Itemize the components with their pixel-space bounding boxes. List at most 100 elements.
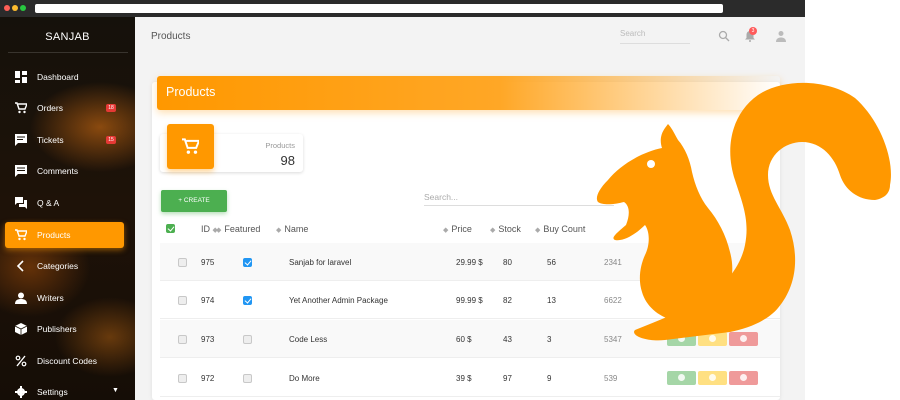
- name-cell: Code Less: [289, 335, 328, 344]
- name-cell: Sanjab for laravel: [289, 258, 352, 267]
- brand-logo-text[interactable]: SANJAB: [0, 31, 135, 43]
- sidebar-item-label: Categories: [37, 261, 79, 271]
- id-cell: 975: [201, 258, 215, 267]
- row-select-checkbox[interactable]: [178, 374, 187, 383]
- chevron-down-icon: ▼: [112, 387, 119, 394]
- orders-count-badge: 18: [106, 104, 116, 112]
- stock-cell: 82: [503, 296, 512, 305]
- buy-count-cell: 13: [547, 296, 556, 305]
- sidebar-item-label: Products: [37, 230, 71, 240]
- cart-icon: [182, 138, 199, 154]
- id-cell: 972: [201, 374, 215, 383]
- buy-count-cell: 9: [547, 374, 552, 383]
- id-cell: 973: [201, 335, 215, 344]
- sidebar-item-label: Settings: [37, 387, 68, 397]
- trash-icon: [740, 374, 747, 381]
- table-row[interactable]: 972 Do More 39 $ 97 9 539: [160, 359, 780, 397]
- sidebar-item-label: Q & A: [37, 198, 60, 208]
- discount-icon: [15, 355, 27, 367]
- comment-icon: [15, 165, 27, 177]
- sidebar-item-writers[interactable]: Writers: [5, 285, 124, 311]
- close-window-dot[interactable]: [4, 5, 10, 11]
- sidebar-item-products[interactable]: Products: [5, 222, 124, 248]
- stock-cell: 80: [503, 258, 512, 267]
- pencil-icon: [709, 374, 716, 381]
- sidebar-item-dashboard[interactable]: Dashboard: [5, 64, 124, 90]
- column-header-featured[interactable]: ◆ Featured: [216, 224, 260, 234]
- stat-label: Products: [265, 141, 295, 150]
- top-bar: Products Search 3: [135, 17, 805, 57]
- view-button[interactable]: [667, 371, 696, 385]
- user-icon[interactable]: [775, 30, 787, 42]
- sidebar-item-label: Publishers: [37, 324, 77, 334]
- sidebar-divider: [8, 52, 128, 53]
- column-header-buy-count[interactable]: ◆ Buy Count: [535, 224, 585, 234]
- top-search-input[interactable]: Search: [620, 26, 690, 44]
- stat-value: 98: [280, 153, 295, 168]
- maximize-window-dot[interactable]: [20, 5, 26, 11]
- create-button[interactable]: + CREATE: [161, 190, 227, 212]
- search-icon[interactable]: [718, 30, 730, 42]
- price-cell: 99.99 $: [456, 296, 483, 305]
- person-icon: [15, 292, 27, 304]
- sidebar-item-comments[interactable]: Comments: [5, 158, 124, 184]
- column-header-label: Price: [451, 224, 472, 234]
- sidebar-item-categories[interactable]: Categories: [5, 253, 124, 279]
- page-title: Products: [151, 31, 191, 42]
- row-select-checkbox[interactable]: [178, 335, 187, 344]
- select-all-checkbox[interactable]: [166, 224, 175, 233]
- sort-icon: ◆: [216, 227, 222, 234]
- buy-count-cell: 3: [547, 335, 552, 344]
- screenshot-stage: SANJAB Dashboard Orders 18 Tickets 15 Co…: [0, 0, 900, 400]
- sidebar-item-settings[interactable]: Settings ▼: [5, 379, 124, 400]
- sidebar-item-label: Tickets: [37, 135, 64, 145]
- stock-cell: 43: [503, 335, 512, 344]
- card-title: Products: [166, 85, 216, 99]
- sort-icon: ◆: [443, 227, 449, 234]
- stock-cell: 97: [503, 374, 512, 383]
- buy-count-cell: 56: [547, 258, 556, 267]
- column-header-stock[interactable]: ◆ Stock: [490, 224, 521, 234]
- table-search-input[interactable]: Search...: [424, 188, 614, 206]
- box-icon: [15, 323, 27, 335]
- sidebar-item-discount-codes[interactable]: Discount Codes: [5, 348, 124, 374]
- sidebar-item-tickets[interactable]: Tickets 15: [5, 127, 124, 153]
- id-cell: 974: [201, 296, 215, 305]
- stat-icon-box: [167, 124, 214, 169]
- dashboard-icon: [15, 71, 27, 83]
- column-header-label: Stock: [498, 224, 521, 234]
- column-header-name[interactable]: ◆ Name: [276, 224, 308, 234]
- chevron-left-icon: [16, 260, 24, 272]
- browser-chrome: [0, 0, 805, 17]
- sort-icon: ◆: [276, 227, 282, 234]
- column-header-price[interactable]: ◆ Price: [443, 224, 472, 234]
- delete-button[interactable]: [729, 371, 758, 385]
- address-bar[interactable]: [35, 4, 723, 13]
- sidebar-item-publishers[interactable]: Publishers: [5, 316, 124, 342]
- column-header-label: ID: [201, 224, 210, 234]
- price-cell: 29.99 $: [456, 258, 483, 267]
- featured-checkbox[interactable]: [243, 335, 252, 344]
- sidebar-item-qa[interactable]: Q & A: [5, 190, 124, 216]
- row-select-checkbox[interactable]: [178, 258, 187, 267]
- notification-badge: 3: [749, 27, 757, 35]
- edit-button[interactable]: [698, 371, 727, 385]
- squirrel-logo: [596, 82, 891, 341]
- sidebar-item-label: Orders: [37, 103, 63, 113]
- forum-icon: [15, 197, 27, 209]
- price-cell: 60 $: [456, 335, 472, 344]
- cart-icon: [15, 229, 27, 241]
- minimize-window-dot[interactable]: [12, 5, 18, 11]
- featured-checkbox[interactable]: [243, 296, 252, 305]
- sidebar-item-label: Writers: [37, 293, 64, 303]
- featured-checkbox[interactable]: [243, 374, 252, 383]
- sidebar-item-label: Comments: [37, 166, 79, 176]
- column-header-label: Buy Count: [543, 224, 586, 234]
- sidebar-item-orders[interactable]: Orders 18: [5, 95, 124, 121]
- sidebar-item-label: Discount Codes: [37, 356, 98, 366]
- row-select-checkbox[interactable]: [178, 296, 187, 305]
- extra-cell: 539: [604, 374, 618, 383]
- tickets-count-badge: 15: [106, 136, 116, 144]
- ticket-message-icon: [15, 134, 27, 146]
- featured-checkbox[interactable]: [243, 258, 252, 267]
